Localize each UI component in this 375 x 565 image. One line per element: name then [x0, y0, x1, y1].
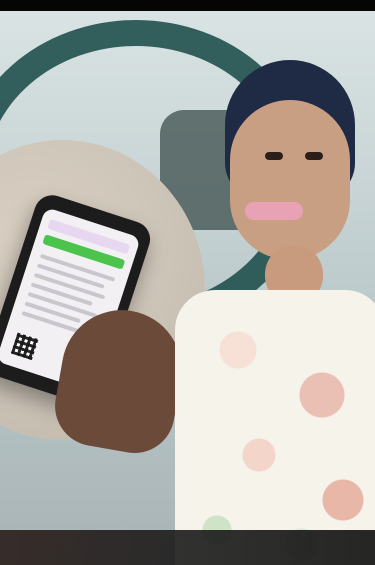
bottom-foreground: [0, 530, 375, 565]
smiling-woman: [175, 60, 375, 565]
lips: [245, 202, 303, 220]
top-black-band: [0, 0, 375, 11]
face: [230, 100, 350, 260]
floral-blouse: [175, 290, 375, 565]
right-eye: [305, 152, 323, 160]
left-eye: [265, 152, 283, 160]
photo-scene: [0, 0, 375, 565]
qr-code-icon: [10, 332, 39, 361]
